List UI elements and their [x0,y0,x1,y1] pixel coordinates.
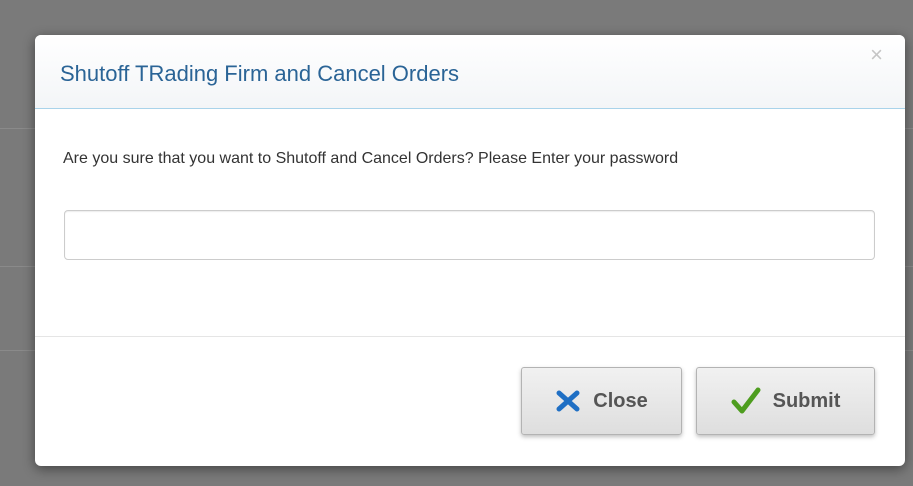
dismiss-x-icon[interactable]: × [870,44,883,66]
close-button-label: Close [593,389,648,412]
dialog-body: Are you sure that you want to Shutoff an… [35,109,905,336]
password-input[interactable] [64,210,875,260]
checkmark-icon [731,387,761,415]
shutoff-dialog: Shutoff TRading Firm and Cancel Orders ×… [35,35,905,466]
close-button[interactable]: Close [521,367,682,435]
submit-button[interactable]: Submit [696,367,875,435]
x-icon [555,389,581,413]
dialog-title: Shutoff TRading Firm and Cancel Orders [60,61,460,86]
dialog-header: Shutoff TRading Firm and Cancel Orders × [35,35,905,109]
dialog-footer: Close Submit [35,336,905,466]
submit-button-label: Submit [772,389,841,412]
confirmation-message: Are you sure that you want to Shutoff an… [63,150,679,167]
